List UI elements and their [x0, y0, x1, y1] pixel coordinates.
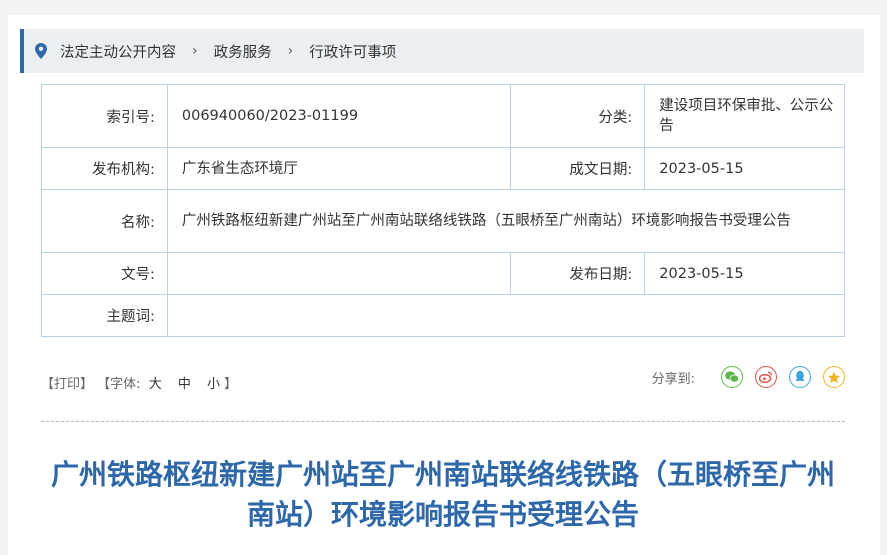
table-row: 索引号: 006940060/2023-01199 分类: 建设项目环保审批、公… [41, 84, 845, 148]
page-frame-top [0, 0, 887, 15]
share-label: 分享到: [651, 371, 695, 387]
document-number-value [166, 252, 512, 295]
index-number-value: 006940060/2023-01199 [166, 84, 512, 148]
font-size-medium-button[interactable]: 中 [178, 377, 191, 392]
category-label: 分类: [510, 84, 646, 148]
publish-date-value: 2023-05-15 [644, 252, 845, 295]
document-number-label: 文号: [41, 252, 168, 295]
font-size-prefix: 【字体: [97, 377, 141, 392]
table-row: 主题词: [41, 294, 846, 337]
keywords-value [166, 294, 846, 337]
document-metadata-table: 索引号: 006940060/2023-01199 分类: 建设项目环保审批、公… [41, 84, 846, 337]
breadcrumb: 法定主动公开内容 › 政务服务 › 行政许可事项 [20, 29, 864, 73]
page-frame-left [0, 0, 8, 555]
created-date-value: 2023-05-15 [644, 147, 845, 190]
weibo-icon[interactable] [755, 366, 777, 388]
breadcrumb-link-administrative-licensing[interactable]: 行政许可事项 [309, 41, 396, 62]
font-size-large-button[interactable]: 大 [149, 377, 162, 392]
publisher-value: 广东省生态环境厅 [166, 147, 512, 190]
qq-icon[interactable] [789, 366, 811, 388]
publisher-label: 发布机构: [41, 147, 168, 190]
chevron-right-icon: › [192, 43, 198, 59]
wechat-icon[interactable] [721, 366, 743, 388]
name-value: 广州铁路枢纽新建广州站至广州南站联络线铁路（五眼桥至广州南站）环境影响报告书受理… [166, 189, 846, 253]
font-size-small-button[interactable]: 小 [207, 377, 220, 392]
article-toolbar: 【打印】 【字体: 大 中 小 】 分享到: [41, 366, 845, 393]
print-button[interactable]: 【打印】 [41, 377, 93, 392]
table-row: 发布机构: 广东省生态环境厅 成文日期: 2023-05-15 [41, 147, 845, 190]
location-pin-icon [35, 43, 47, 59]
index-number-label: 索引号: [41, 84, 168, 148]
publish-date-label: 发布日期: [510, 252, 646, 295]
breadcrumb-link-public-content[interactable]: 法定主动公开内容 [60, 41, 176, 62]
keywords-label: 主题词: [41, 294, 168, 337]
category-value: 建设项目环保审批、公示公告 [644, 84, 845, 148]
article-title: 广州铁路枢纽新建广州站至广州南站联络线铁路（五眼桥至广州南站）环境影响报告书受理… [50, 458, 835, 531]
share-bar: 分享到: [652, 366, 845, 388]
chevron-right-icon: › [287, 43, 294, 59]
name-label: 名称: [41, 189, 168, 253]
breadcrumb-link-government-services[interactable]: 政务服务 [214, 41, 272, 62]
qzone-icon[interactable] [823, 366, 845, 388]
table-row: 名称: 广州铁路枢纽新建广州站至广州南站联络线铁路（五眼桥至广州南站）环境影响报… [41, 189, 846, 253]
created-date-label: 成文日期: [510, 147, 646, 190]
table-row: 文号: 发布日期: 2023-05-15 [41, 252, 845, 295]
toolbar-left: 【打印】 【字体: 大 中 小 】 [41, 373, 237, 392]
font-size-suffix: 】 [224, 377, 238, 392]
section-divider [41, 421, 845, 422]
page-frame-right [880, 0, 887, 555]
